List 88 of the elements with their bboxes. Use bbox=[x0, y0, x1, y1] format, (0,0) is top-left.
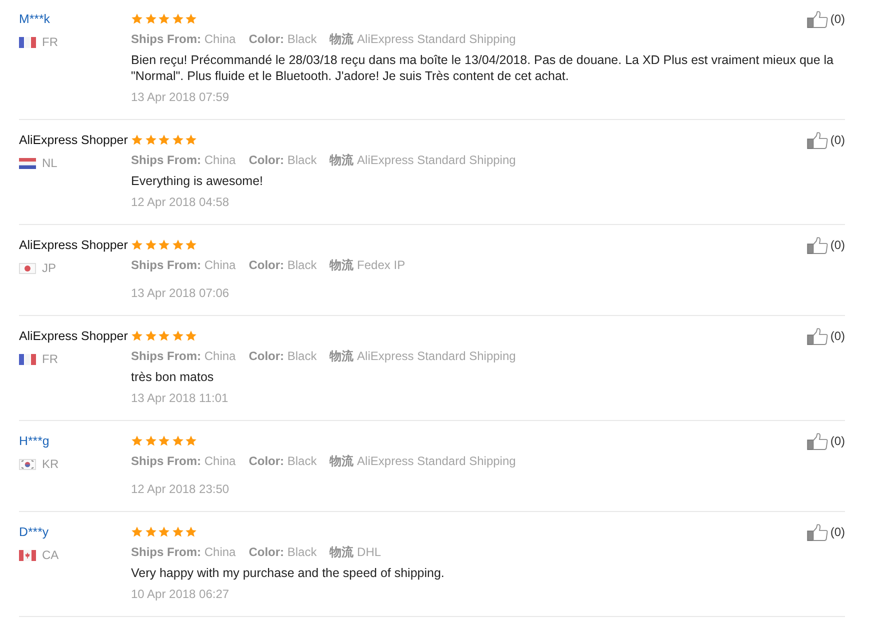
country-code: CA bbox=[42, 547, 59, 563]
country-code: JP bbox=[42, 260, 56, 276]
star-icon bbox=[185, 13, 197, 25]
like-button[interactable]: (0) bbox=[807, 328, 845, 344]
star-icon bbox=[131, 526, 143, 538]
flag-icon bbox=[19, 158, 36, 168]
detail-field: 物流 Fedex IP bbox=[330, 255, 406, 275]
star-icon bbox=[185, 134, 197, 146]
review-date: 13 Apr 2018 11:01 bbox=[131, 390, 228, 407]
country-code: FR bbox=[42, 34, 58, 50]
thumbs-up-icon bbox=[807, 524, 828, 540]
star-icon bbox=[144, 13, 156, 25]
detail-field: 物流 AliExpress Standard Shipping bbox=[330, 346, 516, 366]
detail-field: 物流 DHL bbox=[330, 542, 382, 562]
star-icon bbox=[172, 134, 184, 146]
star-icon bbox=[185, 526, 197, 538]
detail-field: Color: Black bbox=[248, 542, 317, 562]
star-icon bbox=[172, 13, 184, 25]
detail-field: Ships From: China bbox=[131, 346, 236, 366]
country-code: FR bbox=[42, 351, 58, 367]
star-icon bbox=[158, 330, 170, 342]
star-icon bbox=[158, 239, 170, 251]
review-date: 10 Apr 2018 06:27 bbox=[131, 586, 230, 603]
review-text: Very happy with my purchase and the speed of shipping. bbox=[131, 565, 444, 581]
reviewer-name-link[interactable]: M***k bbox=[19, 9, 50, 29]
star-icon bbox=[172, 526, 184, 538]
thumbs-up-icon bbox=[807, 10, 828, 28]
reviewer-name-link[interactable]: H***g bbox=[19, 431, 50, 451]
detail-field: Color: Black bbox=[248, 150, 317, 170]
review-date: 13 Apr 2018 07:06 bbox=[131, 285, 230, 302]
star-icon bbox=[131, 330, 143, 342]
like-button[interactable]: (0) bbox=[807, 236, 845, 254]
star-icon bbox=[144, 134, 156, 146]
star-icon bbox=[185, 239, 197, 251]
star-icon bbox=[185, 435, 197, 447]
star-icon bbox=[131, 435, 143, 447]
star-icon bbox=[172, 435, 184, 447]
star-icon bbox=[131, 239, 143, 251]
like-button[interactable]: (0) bbox=[807, 10, 845, 28]
detail-field: Ships From: China bbox=[131, 542, 236, 562]
detail-field: Color: Black bbox=[248, 255, 317, 275]
detail-field: Color: Black bbox=[248, 29, 317, 49]
star-icon bbox=[172, 239, 184, 251]
like-button[interactable]: (0) bbox=[807, 432, 845, 450]
detail-field: Ships From: China bbox=[131, 29, 236, 49]
star-icon bbox=[185, 330, 197, 342]
star-icon bbox=[158, 435, 170, 447]
star-icon bbox=[158, 134, 170, 146]
like-button[interactable]: (0) bbox=[807, 524, 845, 540]
detail-field: 物流 AliExpress Standard Shipping bbox=[330, 29, 516, 49]
review-text: Everything is awesome! bbox=[131, 173, 264, 189]
thumbs-up-icon bbox=[807, 132, 828, 148]
country-code: NL bbox=[42, 155, 58, 171]
reviewer-name: AliExpress Shopper bbox=[19, 237, 128, 254]
review-date: 13 Apr 2018 07:59 bbox=[131, 89, 230, 106]
detail-field: Ships From: China bbox=[131, 255, 236, 275]
flag-icon bbox=[19, 354, 36, 364]
thumbs-up-icon bbox=[807, 236, 828, 254]
detail-field: Ships From: China bbox=[131, 451, 236, 471]
star-icon bbox=[158, 13, 170, 25]
review-text: très bon matos bbox=[131, 369, 214, 385]
detail-field: 物流 AliExpress Standard Shipping bbox=[330, 451, 516, 471]
star-icon bbox=[131, 13, 143, 25]
detail-field: Color: Black bbox=[248, 346, 317, 366]
star-icon bbox=[144, 526, 156, 538]
detail-field: Color: Black bbox=[248, 451, 317, 471]
flag-icon bbox=[19, 262, 36, 274]
thumbs-up-icon bbox=[807, 432, 828, 450]
star-icon bbox=[144, 239, 156, 251]
review-text: Bien reçu! Précommandé le 28/03/18 reçu dans ma boîte le 13/04/2018. Pas de douane. La XD Plus est vraiment mieux que la "Normal". Plus fluide et le Bluetooth. J'adore! Je suis Très content de cet achat. bbox=[131, 52, 835, 84]
detail-field: 物流 AliExpress Standard Shipping bbox=[330, 150, 516, 170]
reviewer-name: AliExpress Shopper bbox=[19, 132, 128, 149]
star-icon bbox=[131, 134, 143, 146]
detail-field: Ships From: China bbox=[131, 150, 236, 170]
reviewer-name: AliExpress Shopper bbox=[19, 328, 128, 345]
flag-icon bbox=[19, 36, 36, 48]
star-icon bbox=[144, 435, 156, 447]
thumbs-up-icon bbox=[807, 328, 828, 344]
star-icon bbox=[158, 526, 170, 538]
review-date: 12 Apr 2018 04:58 bbox=[131, 194, 230, 211]
star-icon bbox=[144, 330, 156, 342]
flag-icon bbox=[19, 550, 36, 560]
flag-icon bbox=[19, 458, 36, 470]
reviewer-name-link[interactable]: D***y bbox=[19, 522, 49, 542]
star-icon bbox=[172, 330, 184, 342]
country-code: KR bbox=[42, 456, 59, 472]
review-date: 12 Apr 2018 23:50 bbox=[131, 481, 230, 498]
like-button[interactable]: (0) bbox=[807, 132, 845, 148]
